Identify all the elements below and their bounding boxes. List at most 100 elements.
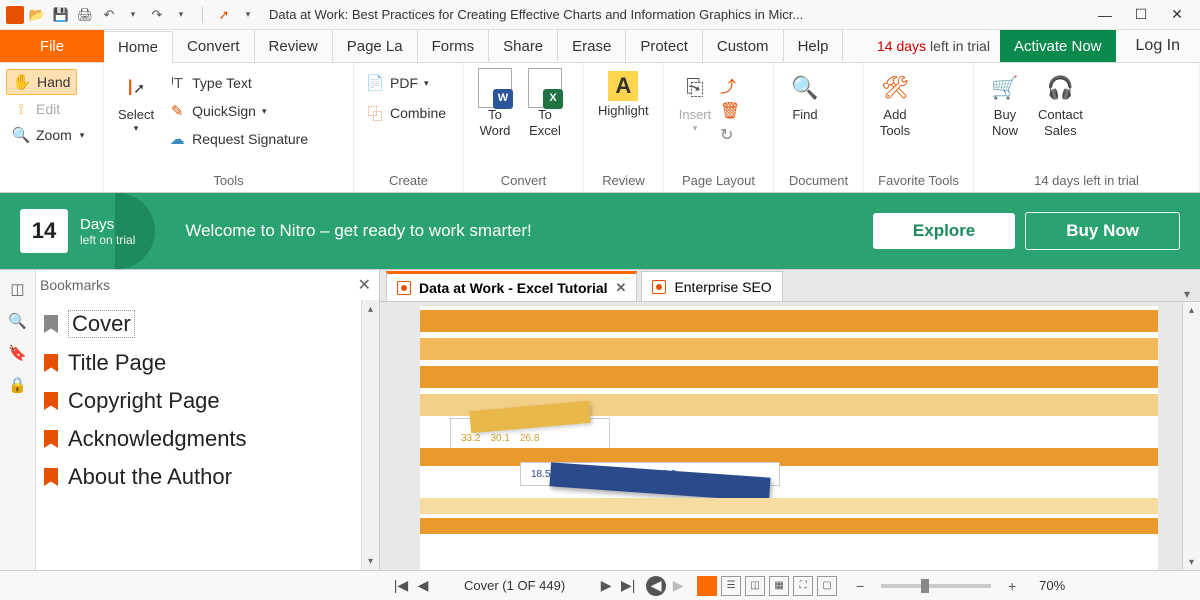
bookmark-item[interactable]: Acknowledgments [42,420,355,458]
pdf-icon: 📄 [366,74,384,92]
rotate-icon[interactable]: ↻ [720,125,740,145]
tab-home[interactable]: Home [104,31,173,63]
combine-button[interactable]: ⿻Combine [360,101,452,125]
to-word-button[interactable]: WTo Word [470,67,520,142]
search-panel-icon[interactable]: 🔍 [7,310,29,332]
extract-icon[interactable]: ⤴ [720,73,740,97]
tab-forms[interactable]: Forms [418,30,490,62]
highlight-button[interactable]: AHighlight [590,67,657,123]
to-excel-button[interactable]: XTo Excel [520,67,570,142]
contact-sales-button[interactable]: 🎧Contact Sales [1030,67,1091,142]
tab-protect[interactable]: Protect [626,30,703,62]
pdf-button[interactable]: 📄PDF▾ [360,71,435,95]
quicksign-button[interactable]: ✎QuickSign▾ [162,99,314,123]
buy-now-button[interactable]: 🛒Buy Now [980,67,1030,142]
bookmark-item[interactable]: Title Page [42,344,355,382]
view-facing-icon[interactable]: ◫ [745,576,765,596]
login-button[interactable]: Log In [1136,30,1180,62]
bookmark-item[interactable]: Cover [42,304,355,344]
edit-tool[interactable]: ⟟Edit [6,97,66,121]
explore-button[interactable]: Explore [873,213,1015,249]
doc-tab-1[interactable]: Data at Work - Excel Tutorial✕ [386,271,637,301]
prev-page-icon[interactable]: ◀ [413,576,433,596]
tab-help[interactable]: Help [784,30,844,62]
select-tool-icon[interactable]: ➚ [215,6,233,24]
view-single-icon[interactable] [697,576,717,596]
find-button[interactable]: 🔍Find [780,67,830,127]
doc-tab-2[interactable]: Enterprise SEO [641,271,782,301]
page-indicator: Cover (1 OF 449) [464,578,565,593]
pages-panel-icon[interactable]: ◫ [7,278,29,300]
view-fit-icon[interactable]: ▢ [817,576,837,596]
view-continuous-icon[interactable]: ☰ [721,576,741,596]
scroll-up-icon[interactable]: ▴ [362,300,379,318]
app-logo-icon [6,6,24,24]
add-tools-button[interactable]: 🛠Add Tools [870,67,920,142]
scroll-up-icon[interactable]: ▴ [1183,302,1200,318]
scroll-down-icon[interactable]: ▾ [1183,554,1200,570]
view-facing-cont-icon[interactable]: ▦ [769,576,789,596]
redo-drop-icon[interactable]: ▾ [172,6,190,24]
maximize-icon[interactable]: ☐ [1132,6,1150,24]
minimize-icon[interactable]: — [1096,6,1114,24]
save-icon[interactable]: 💾 [52,6,70,24]
bookmarks-panel-icon[interactable]: 🔖 [7,342,29,364]
bookmarks-list: Cover Title Page Copyright Page Acknowle… [36,300,361,570]
open-icon[interactable]: 📂 [28,6,46,24]
quicksign-icon: ✎ [168,102,186,120]
bookmark-item[interactable]: Copyright Page [42,382,355,420]
hand-tool[interactable]: ✋Hand [6,69,77,95]
close-tab-icon[interactable]: ✕ [616,280,627,296]
tab-erase[interactable]: Erase [558,30,626,62]
doc-scrollbar[interactable]: ▴ ▾ [1182,302,1200,570]
group-label-pagelayout: Page Layout [670,173,767,192]
last-page-icon[interactable]: ▶| [618,576,638,596]
group-label-review: Review [590,173,657,192]
type-text-button[interactable]: ᴵTType Text [162,71,314,95]
document-title: Data at Work: Best Practices for Creatin… [269,7,1096,22]
tab-review[interactable]: Review [255,30,333,62]
zoom-tool[interactable]: 🔍Zoom▾ [6,123,90,147]
tab-custom[interactable]: Custom [703,30,784,62]
bookmarks-scrollbar[interactable]: ▴ ▾ [361,300,379,570]
first-page-icon[interactable]: |◀ [391,576,411,596]
zoom-slider[interactable] [881,584,991,588]
back-icon[interactable]: ◀ [646,576,666,596]
delete-page-icon[interactable]: 🗑 [720,101,740,121]
undo-icon[interactable]: ↶ [100,6,118,24]
bookmark-icon [44,430,58,448]
insert-button[interactable]: ⎘Insert▾ [670,67,720,137]
left-rail: ◫ 🔍 🔖 🔒 [0,270,36,570]
select-button[interactable]: I➚Select▾ [110,67,162,137]
insert-icon: ⎘ [678,71,712,105]
tab-menu-icon[interactable]: ▾ [1184,287,1190,301]
page-view[interactable]: 33.230.126.8 18.518.919.31919.6 [420,306,1158,570]
zoom-in-icon[interactable]: + [1002,576,1022,596]
request-sig-button[interactable]: ☁Request Signature [162,127,314,151]
view-fullscreen-icon[interactable]: ⛶ [793,576,813,596]
tab-pagela[interactable]: Page La [333,30,418,62]
tab-convert[interactable]: Convert [173,30,255,62]
next-page-icon[interactable]: ▶ [596,576,616,596]
bookmark-icon [44,354,58,372]
bookmarks-title: Bookmarks [40,277,110,293]
close-panel-icon[interactable]: ✕ [358,275,371,295]
close-icon[interactable]: ✕ [1168,6,1186,24]
bookmark-icon [44,392,58,410]
qat-drop-icon[interactable]: ▾ [239,6,257,24]
highlight-icon: A [608,71,638,101]
scroll-down-icon[interactable]: ▾ [362,552,379,570]
tab-file[interactable]: File [0,30,104,62]
tab-share[interactable]: Share [489,30,558,62]
bookmark-item[interactable]: About the Author [42,458,355,496]
undo-drop-icon[interactable]: ▾ [124,6,142,24]
buy-now-banner-button[interactable]: Buy Now [1025,212,1180,250]
redo-icon[interactable]: ↷ [148,6,166,24]
security-panel-icon[interactable]: 🔒 [7,374,29,396]
print-icon[interactable]: 🖨 [76,6,94,24]
zoom-out-icon[interactable]: − [850,576,870,596]
word-icon: W [478,71,512,105]
activate-button[interactable]: Activate Now [1000,30,1116,62]
forward-icon[interactable]: ▶ [668,576,688,596]
excel-icon: X [528,71,562,105]
